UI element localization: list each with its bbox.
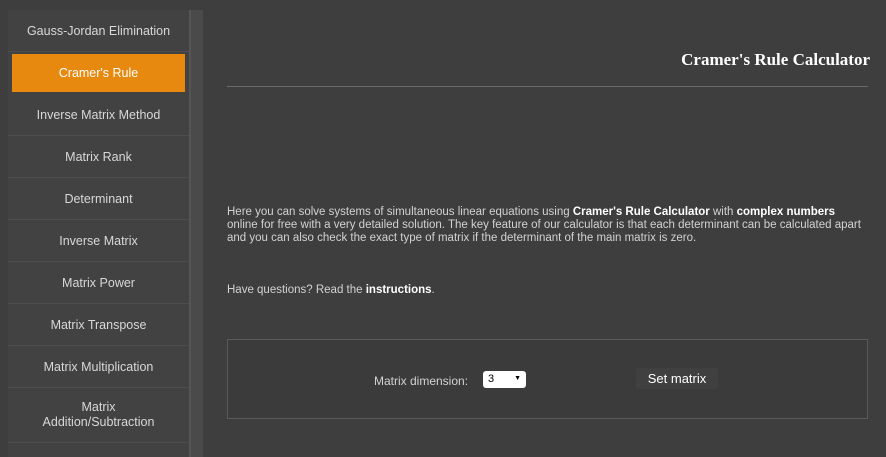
questions-prefix: Have questions? Read the [227,284,366,296]
description-part2: with [709,206,737,218]
description-part1: Here you can solve systems of simultaneo… [227,206,573,218]
page-title: Cramer's Rule Calculator [681,50,870,69]
set-matrix-button[interactable]: Set matrix [636,368,718,389]
title-divider [227,86,868,87]
description-bold-calculator: Cramer's Rule Calculator [572,206,710,218]
matrix-dimension-select[interactable]: 3 ▼ [483,371,526,388]
questions-suffix: . [431,284,435,296]
sidebar-item-matrix-multiplication[interactable]: Matrix Multiplication [8,346,189,388]
sidebar-scrollbar[interactable] [191,10,203,457]
description-part3: online for free with a very detailed sol… [227,219,861,244]
sidebar-item-gauss-jordan[interactable]: Gauss-Jordan Elimination [8,10,189,52]
sidebar-item-matrix-rank[interactable]: Matrix Rank [8,136,189,178]
matrix-dimension-value: 3 [488,373,495,385]
questions-text: Have questions? Read the instructions. [227,284,435,296]
sidebar-item-matrix-addition-subtraction[interactable]: Matrix Addition/Subtraction [8,388,189,443]
description-text: Here you can solve systems of simultaneo… [227,206,864,245]
sidebar-item-inverse-matrix[interactable]: Inverse Matrix [8,220,189,262]
sidebar-item-determinant[interactable]: Determinant [8,178,189,220]
instructions-link[interactable]: instructions [366,284,432,296]
matrix-settings-panel: Matrix dimension: 3 ▼ Set matrix [227,339,868,419]
sidebar-item-matrix-transpose[interactable]: Matrix Transpose [8,304,189,346]
sidebar-item-cramers-rule[interactable]: Cramer's Rule [12,54,185,92]
chevron-down-icon: ▼ [514,375,521,382]
main-content: Cramer's Rule Calculator Here you can so… [203,10,886,457]
sidebar-item-inverse-matrix-method[interactable]: Inverse Matrix Method [8,94,189,136]
sidebar-item-matrix-power[interactable]: Matrix Power [8,262,189,304]
sidebar-nav: Gauss-Jordan Elimination Cramer's Rule I… [8,10,191,457]
description-bold-complex: complex numbers [736,206,836,218]
matrix-dimension-label: Matrix dimension: [374,374,469,388]
